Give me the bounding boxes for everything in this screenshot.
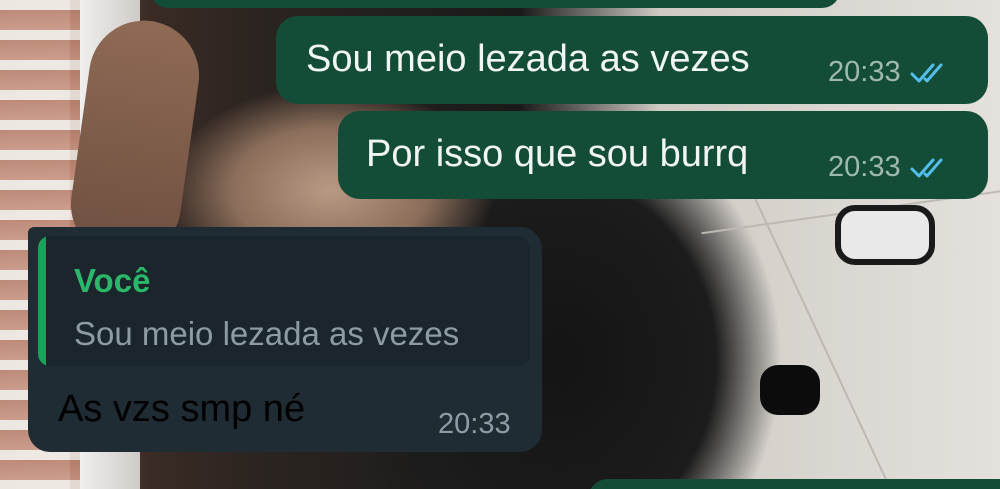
message-bubble-outgoing-partial[interactable] [588,479,1000,489]
message-bubble-outgoing-partial[interactable] [150,0,840,8]
message-meta: 20:33 [828,151,953,184]
reply-quote-accent-bar [38,236,46,366]
message-time: 20:33 [438,408,511,440]
double-check-icon [910,158,943,177]
message-time: 20:33 [828,151,901,183]
message-bubble-outgoing[interactable]: Sou meio lezada as vezes 20:33 [276,16,988,104]
message-meta: 20:33 [828,56,953,89]
double-check-icon [910,63,943,82]
message-time: 20:33 [828,56,901,88]
message-text: As vzs smp né [58,388,306,430]
reply-quote-author: Você [74,262,151,299]
message-text: Sou meio lezada as vezes [306,38,750,80]
reply-quote-text: Sou meio lezada as vezes [74,315,460,352]
message-bubble-outgoing[interactable]: Por isso que sou burrq 20:33 [338,111,988,199]
wallpaper-sneaker [835,205,935,265]
wallpaper-shoe [760,365,820,415]
message-text: Por isso que sou burrq [366,133,749,175]
